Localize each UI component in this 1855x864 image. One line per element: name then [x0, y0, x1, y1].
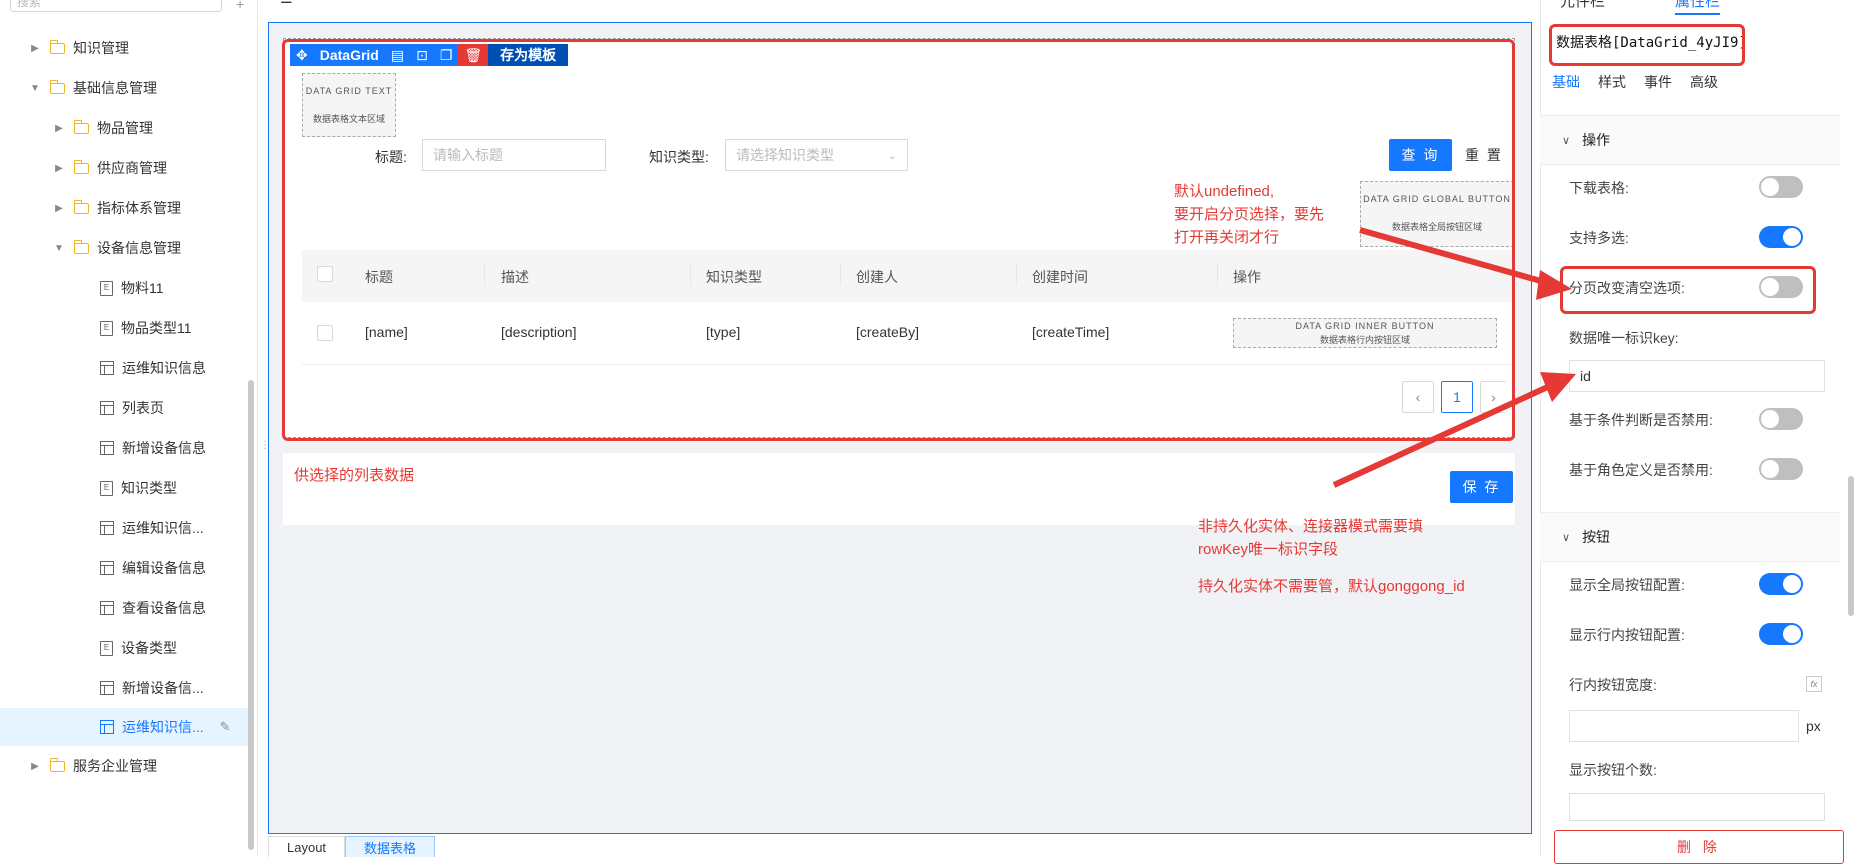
- arrow-to-row-key: [1332, 382, 1554, 488]
- annotation-arrows: [1332, 227, 1576, 488]
- arrowhead: [1536, 270, 1572, 300]
- arrow-to-page-clear: [1359, 227, 1549, 286]
